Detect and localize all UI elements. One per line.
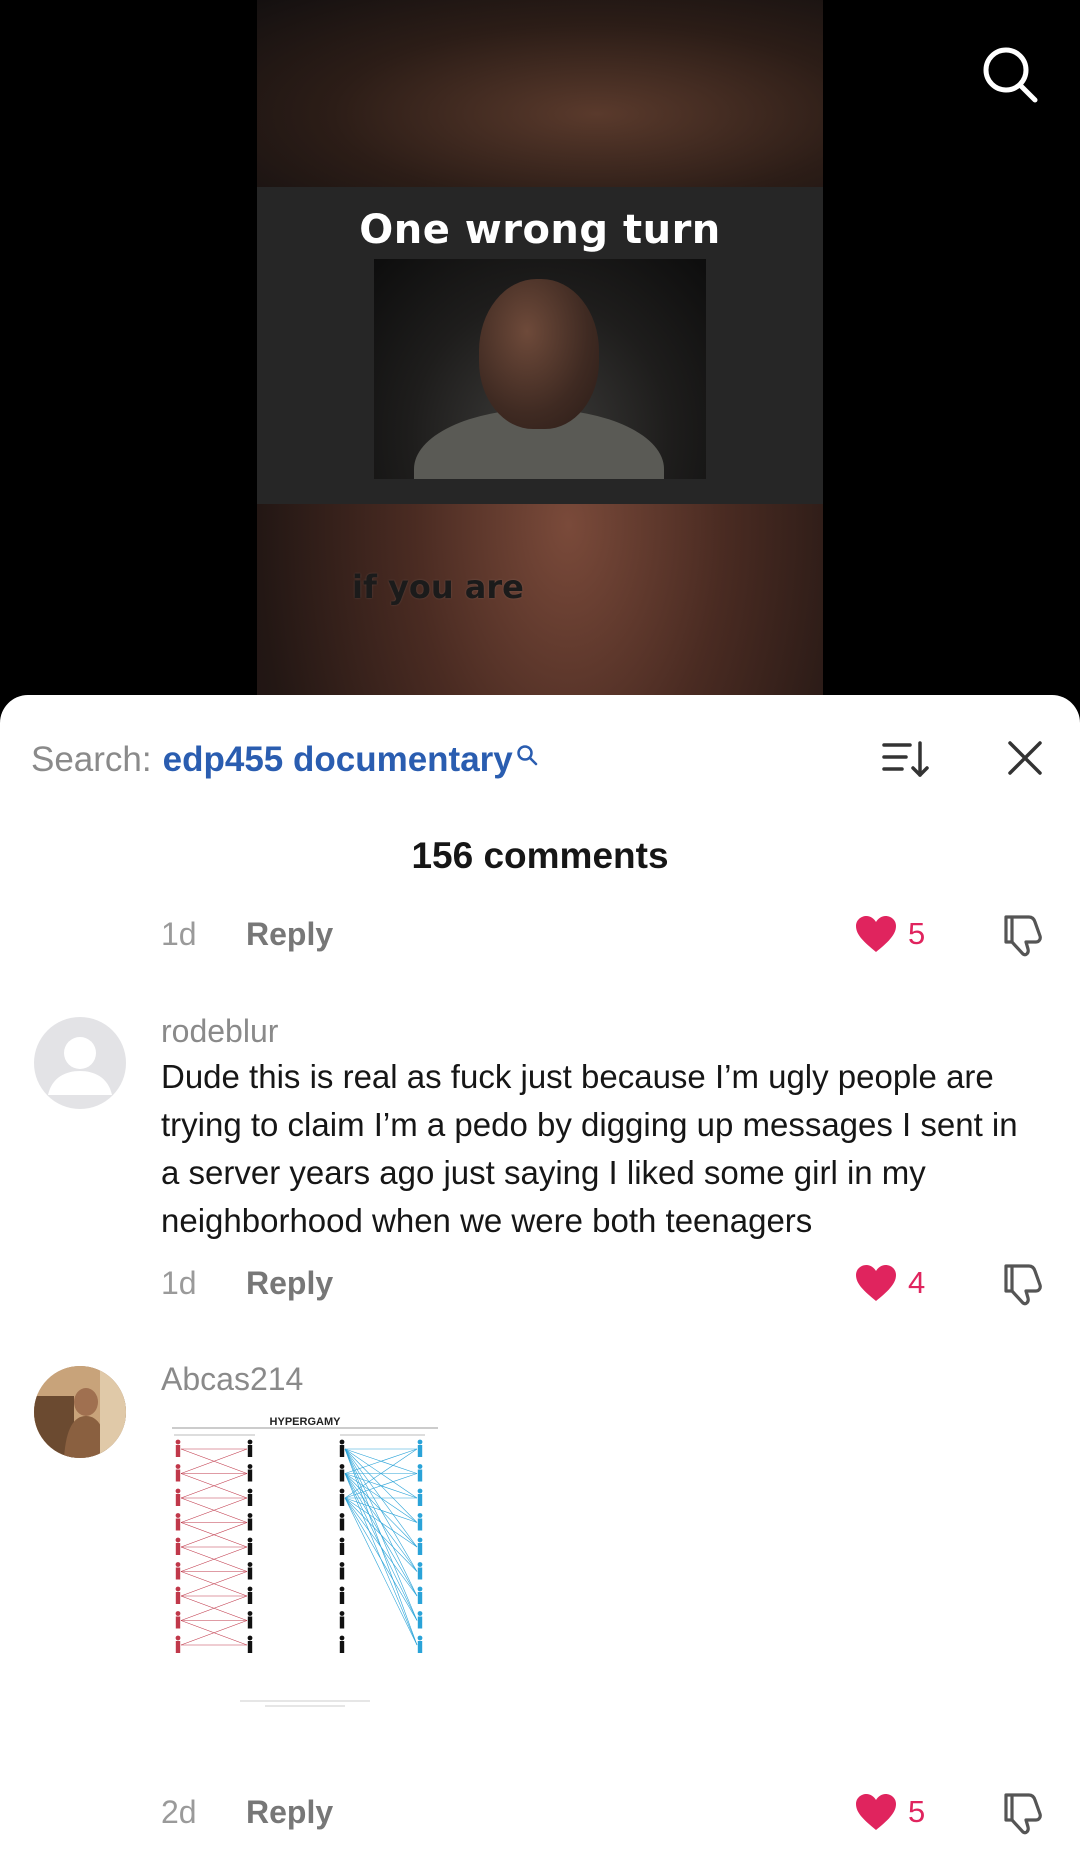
heart-icon [856,1265,896,1301]
reply-button[interactable]: Reply [246,1265,333,1302]
connection-line [344,1497,418,1621]
avatar[interactable] [34,1017,126,1109]
person-figure [175,1488,181,1506]
image-title: HYPERGAMY [269,1416,341,1428]
person-figure [417,1488,423,1506]
search-query[interactable]: edp455 documentary [163,740,513,780]
like-button[interactable]: 5 [854,1792,925,1832]
person-figure [339,1439,345,1457]
comment-image[interactable]: HYPERGAMY [170,1415,440,1730]
like-count: 4 [908,1265,926,1300]
hypergamy-diagram [172,1427,438,1707]
reply-button[interactable]: Reply [246,916,333,953]
like-button[interactable]: 5 [854,914,925,954]
comments-count: 156 comments [411,835,669,876]
search-mini-icon [515,736,539,766]
person-figure [247,1513,253,1531]
reply-button[interactable]: Reply [246,1794,333,1831]
comment-meta-row: 2d Reply 5 [161,1787,1061,1837]
person-figure [417,1537,423,1555]
person-figure [417,1513,423,1531]
video-overlay-subtext: if you are [352,568,524,606]
comment-username[interactable]: rodeblur [161,1013,278,1050]
heart-icon [856,1794,896,1830]
dislike-icon[interactable] [999,1258,1049,1308]
person-figure [417,1611,423,1629]
comment-time: 1d [161,915,197,952]
person-figure [339,1513,345,1531]
person-figure [417,1586,423,1604]
like-count: 5 [908,1794,926,1829]
person-figure [339,1537,345,1555]
video-person-photo [374,259,706,479]
comment-meta-row: 1d Reply 5 [161,909,1061,959]
person-figure [175,1562,181,1580]
video-player[interactable]: One wrong turn if you are [0,0,1080,700]
person-figure [247,1537,253,1555]
search-icon[interactable] [975,40,1045,110]
person-figure [175,1513,181,1531]
person-figure [175,1464,181,1482]
person-figure [175,1439,181,1457]
person-figure [247,1635,253,1653]
person-figure [417,1464,423,1482]
comment-time: 2d [161,1793,197,1830]
comment-username[interactable]: Abcas214 [161,1361,303,1398]
comments-sheet: Search: edp455 documentary 156 comments … [0,695,1080,1865]
person-figure [339,1488,345,1506]
person-figure [247,1439,253,1457]
comment-text: Dude this is real as fuck just because I… [161,1058,1018,1239]
related-search-link[interactable]: Search: edp455 documentary [31,735,539,785]
avatar[interactable] [34,1366,126,1458]
person-head [479,279,599,429]
connection-line [344,1497,418,1572]
person-figure [175,1635,181,1653]
video-overlay-title: One wrong turn [359,207,721,253]
dislike-icon[interactable] [999,909,1049,959]
connection-line [344,1497,418,1548]
person-figure [339,1464,345,1482]
close-icon[interactable] [1000,733,1050,783]
like-count: 5 [908,916,926,951]
sort-icon[interactable] [880,733,932,785]
comment-time: 1d [161,1264,197,1301]
video-overlay-card: One wrong turn [257,187,823,504]
search-prefix: Search: [31,740,152,779]
person-figure [247,1464,253,1482]
person-figure [339,1635,345,1653]
person-figure [247,1586,253,1604]
connection-line [344,1497,418,1597]
person-figure [417,1439,423,1457]
person-figure [247,1562,253,1580]
person-figure [175,1537,181,1555]
video-frame: One wrong turn if you are [257,0,823,700]
person-figure [339,1611,345,1629]
person-figure [339,1586,345,1604]
person-figure [247,1488,253,1506]
video-background [257,0,823,190]
comment-meta-row: 1d Reply 4 [161,1258,1061,1308]
person-figure [417,1562,423,1580]
person-figure [175,1611,181,1629]
person-figure [417,1635,423,1653]
connection-line [344,1497,418,1646]
person-figure [175,1586,181,1604]
dislike-icon[interactable] [999,1787,1049,1837]
person-figure [247,1611,253,1629]
person-figure [339,1562,345,1580]
connection-line [344,1497,418,1523]
heart-icon [856,916,896,952]
like-button[interactable]: 4 [854,1263,925,1303]
